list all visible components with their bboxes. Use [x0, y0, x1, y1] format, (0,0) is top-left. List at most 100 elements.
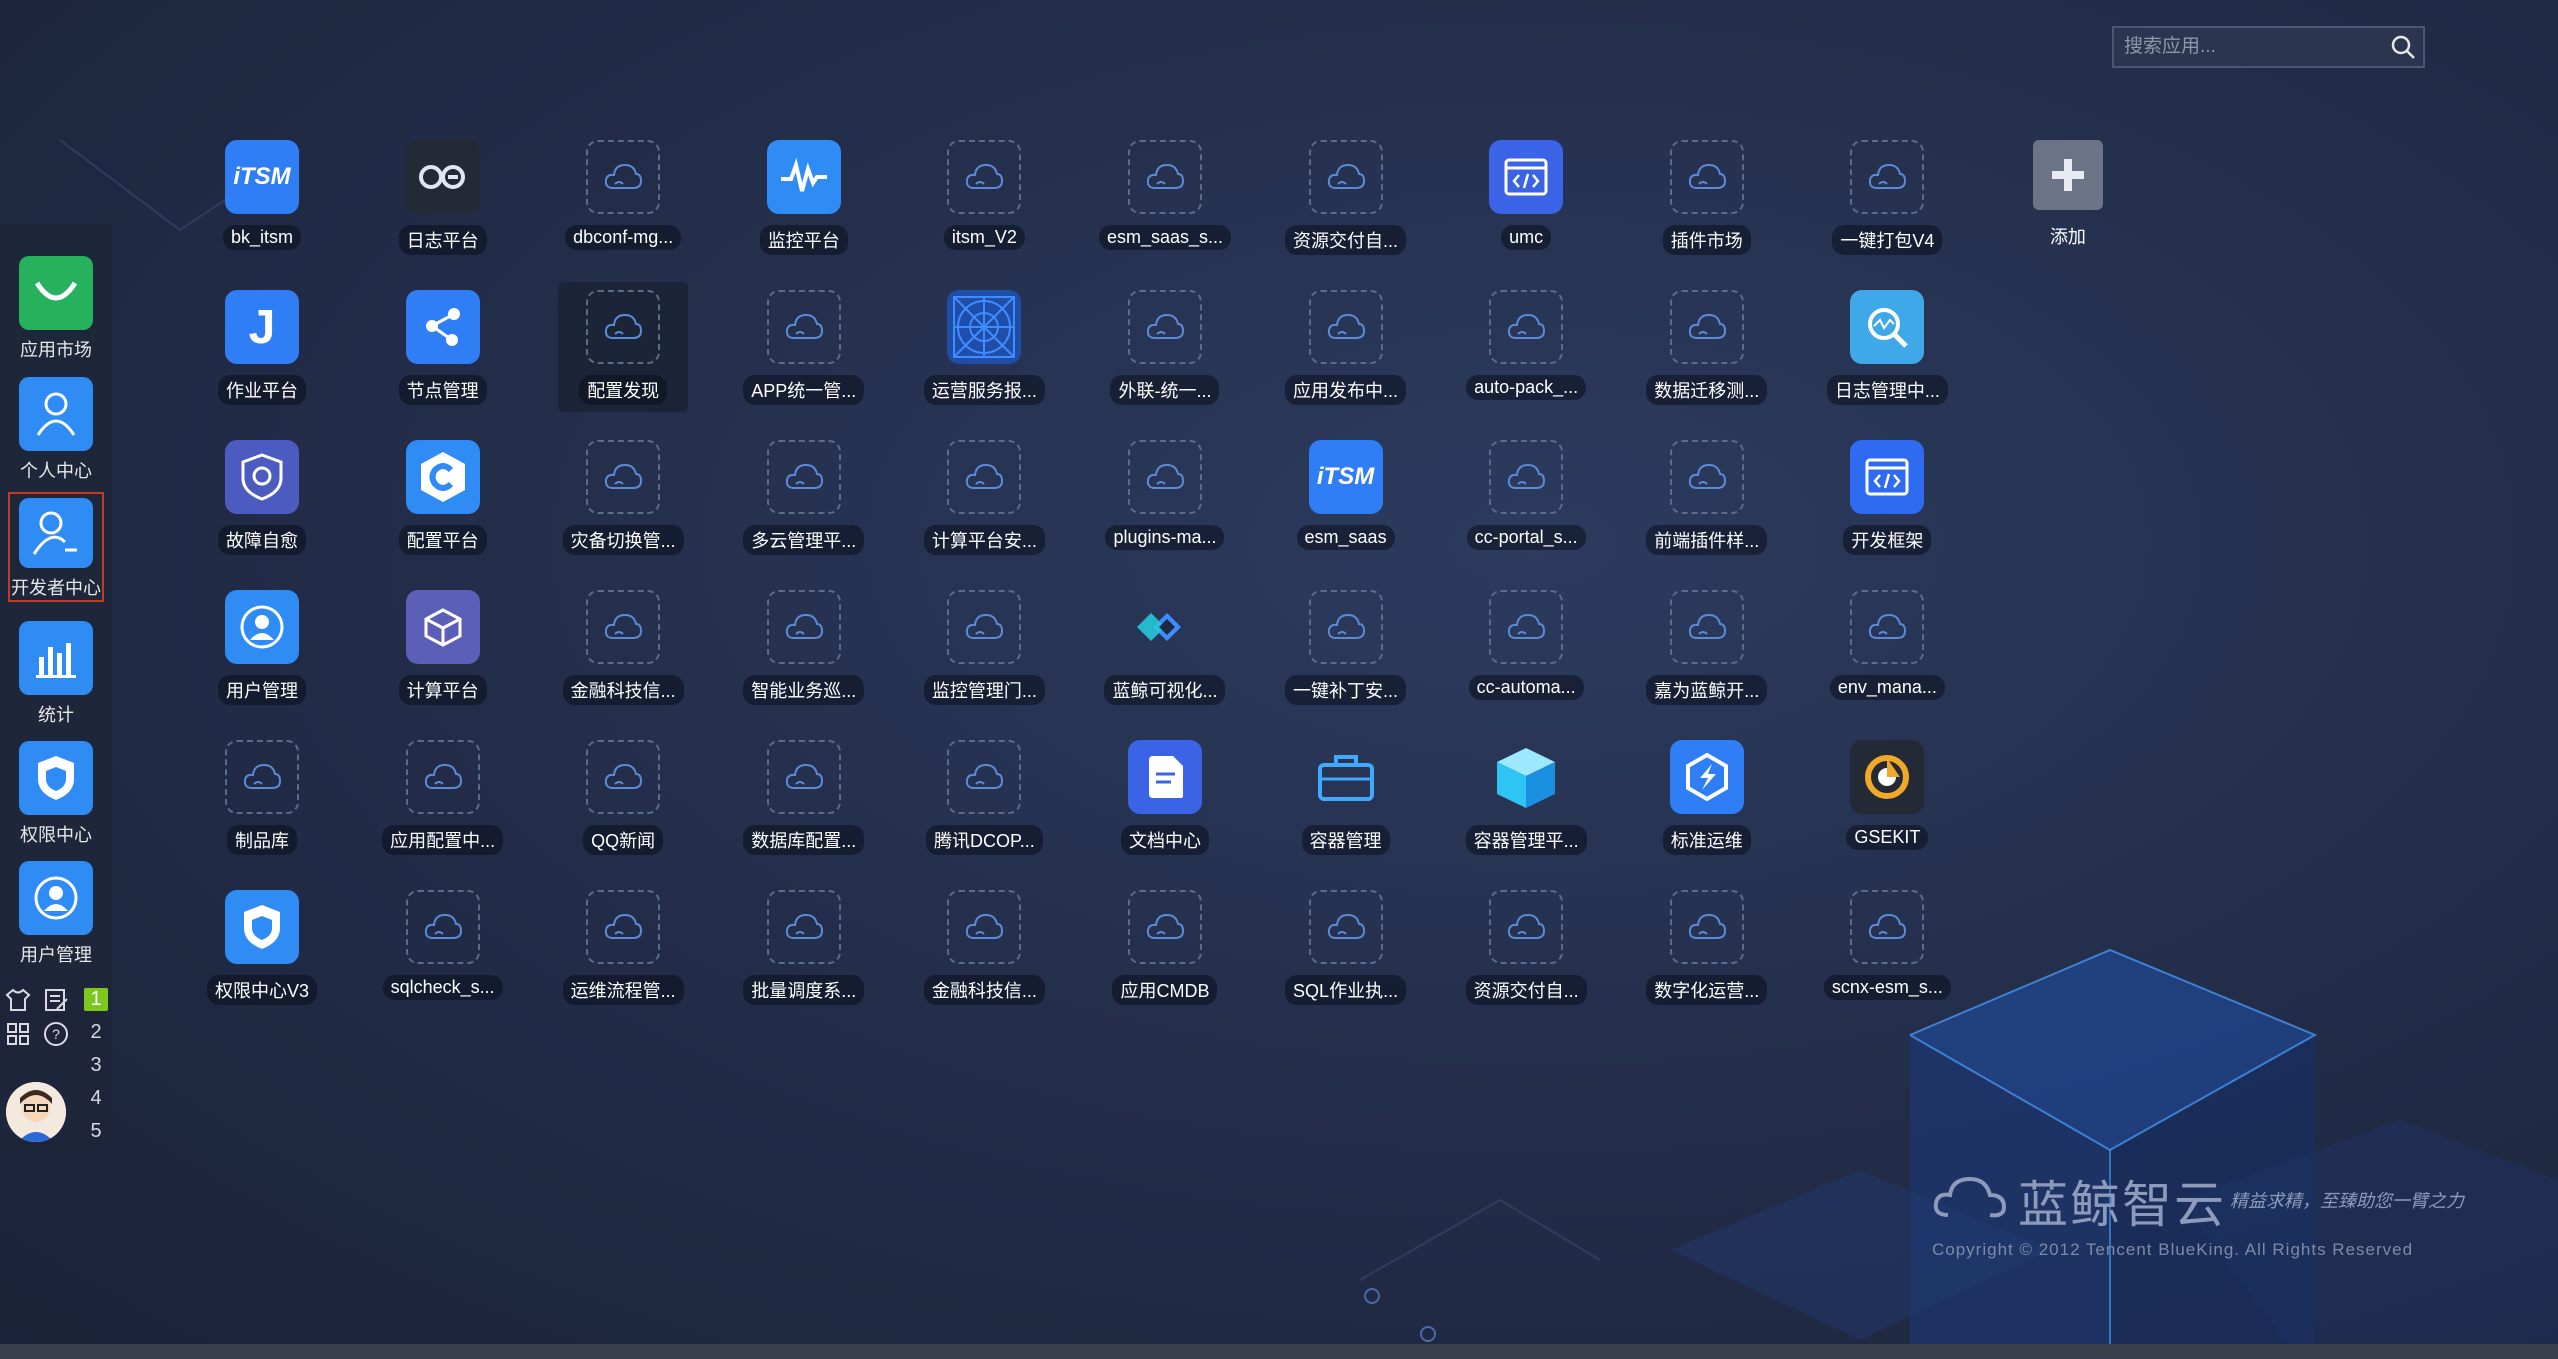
shirt-icon[interactable]: [4, 986, 32, 1014]
sidebar-item[interactable]: 应用市场: [8, 252, 104, 362]
app-tile[interactable]: 多云管理平...: [739, 432, 869, 562]
app-tile[interactable]: cc-automa...: [1461, 582, 1591, 712]
app-label: 嘉为蓝鲸开...: [1646, 675, 1768, 705]
app-tile[interactable]: 数据库配置...: [739, 732, 869, 862]
user-manage-icon: [225, 590, 299, 664]
app-tile[interactable]: 腾讯DCOP...: [919, 732, 1049, 862]
app-tile[interactable]: 容器管理: [1281, 732, 1411, 862]
app-tile[interactable]: 添加: [2003, 132, 2133, 262]
app-tile[interactable]: 文档中心: [1100, 732, 1230, 862]
radar-icon: [947, 290, 1022, 364]
app-tile[interactable]: 一键补丁安...: [1281, 582, 1411, 712]
default-cloud-icon: [1127, 290, 1202, 364]
page-number[interactable]: 1: [84, 988, 108, 1011]
app-tile[interactable]: 权限中心V3: [197, 882, 327, 1012]
app-tile[interactable]: esm_saas_s...: [1098, 132, 1231, 262]
app-tile[interactable]: 一键打包V4: [1822, 132, 1952, 262]
app-tile[interactable]: 应用发布中...: [1281, 282, 1411, 412]
sidebar-item-label: 应用市场: [20, 340, 92, 360]
app-tile[interactable]: cc-portal_s...: [1461, 432, 1591, 562]
app-tile[interactable]: 计算平台: [378, 582, 508, 712]
app-tile[interactable]: 前端插件样...: [1642, 432, 1772, 562]
app-tile[interactable]: 资源交付自...: [1461, 882, 1591, 1012]
default-cloud-icon: [586, 590, 661, 664]
app-tile[interactable]: 开发框架: [1822, 432, 1952, 562]
app-tile[interactable]: 批量调度系...: [739, 882, 869, 1012]
search-icon[interactable]: [2383, 27, 2423, 67]
app-tile[interactable]: 监控平台: [739, 132, 869, 262]
app-tile[interactable]: 应用配置中...: [378, 732, 508, 862]
default-cloud-icon: [947, 590, 1022, 664]
app-tile[interactable]: GSEKIT: [1822, 732, 1952, 862]
app-tile[interactable]: 运营服务报...: [919, 282, 1049, 412]
app-tile[interactable]: 智能业务巡...: [739, 582, 869, 712]
sidebar-item-label: 个人中心: [20, 461, 92, 481]
app-tile[interactable]: plugins-ma...: [1100, 432, 1230, 562]
app-tile[interactable]: 制品库: [197, 732, 327, 862]
avatar[interactable]: [6, 1082, 66, 1142]
app-tile[interactable]: itsm_V2: [919, 132, 1049, 262]
app-tile[interactable]: 计算平台安...: [919, 432, 1049, 562]
sidebar-item[interactable]: 权限中心: [8, 737, 104, 847]
app-tile[interactable]: 日志管理中...: [1822, 282, 1952, 412]
app-tile[interactable]: iTSM bk_itsm: [197, 132, 327, 262]
app-tile[interactable]: 标准运维: [1642, 732, 1772, 862]
app-tile[interactable]: 数字化运营...: [1642, 882, 1772, 1012]
app-tile[interactable]: 运维流程管...: [558, 882, 688, 1012]
app-tile[interactable]: 用户管理: [197, 582, 327, 712]
app-tile[interactable]: 资源交付自...: [1281, 132, 1411, 262]
default-cloud-icon: [947, 140, 1022, 214]
note-icon[interactable]: [42, 986, 70, 1014]
grid-icon[interactable]: [4, 1020, 32, 1048]
app-tile[interactable]: 监控管理门...: [919, 582, 1049, 712]
app-tile[interactable]: 容器管理平...: [1461, 732, 1591, 862]
app-tile[interactable]: sqlcheck_s...: [378, 882, 508, 1012]
app-tile[interactable]: SQL作业执...: [1281, 882, 1411, 1012]
app-tile[interactable]: 嘉为蓝鲸开...: [1642, 582, 1772, 712]
sidebar-item[interactable]: 个人中心: [8, 373, 104, 483]
app-tile[interactable]: J 作业平台: [197, 282, 327, 412]
app-tile[interactable]: 日志平台: [378, 132, 508, 262]
app-tile[interactable]: 故障自愈: [197, 432, 327, 562]
default-cloud-icon: [1489, 590, 1564, 664]
sidebar-item[interactable]: 开发者中心: [8, 492, 104, 602]
app-search-box[interactable]: [2112, 26, 2425, 68]
app-tile[interactable]: 数据迁移测...: [1642, 282, 1772, 412]
default-cloud-icon: [1669, 440, 1744, 514]
app-tile[interactable]: 金融科技信...: [558, 582, 688, 712]
app-tile[interactable]: 金融科技信...: [919, 882, 1049, 1012]
default-cloud-icon: [947, 890, 1022, 964]
app-label: 一键打包V4: [1832, 225, 1943, 255]
page-number[interactable]: 5: [84, 1120, 108, 1143]
app-tile[interactable]: 外联-统一...: [1100, 282, 1230, 412]
help-icon[interactable]: ?: [42, 1020, 70, 1048]
page-number[interactable]: 3: [84, 1054, 108, 1077]
app-tile[interactable]: 灾备切换管...: [558, 432, 688, 562]
app-tile[interactable]: env_mana...: [1822, 582, 1952, 712]
default-cloud-icon: [1308, 890, 1383, 964]
app-label: 外联-统一...: [1110, 375, 1220, 405]
page-number[interactable]: 2: [84, 1021, 108, 1044]
app-tile[interactable]: auto-pack_...: [1461, 282, 1591, 412]
sidebar-item-label: 开发者中心: [11, 578, 101, 598]
app-tile[interactable]: 节点管理: [378, 282, 508, 412]
search-input[interactable]: [2114, 28, 2383, 66]
app-tile[interactable]: 蓝鲸可视化...: [1100, 582, 1230, 712]
app-tile[interactable]: 配置发现: [558, 282, 689, 412]
sidebar-item[interactable]: 统计: [8, 617, 104, 727]
app-tile[interactable]: iTSM esm_saas: [1281, 432, 1411, 562]
app-tile[interactable]: 插件市场: [1642, 132, 1772, 262]
app-tile[interactable]: 应用CMDB: [1100, 882, 1230, 1012]
sidebar-item[interactable]: 用户管理: [8, 857, 104, 967]
app-label: scnx-esm_s...: [1823, 975, 1951, 1000]
app-tile[interactable]: scnx-esm_s...: [1822, 882, 1952, 1012]
page-number[interactable]: 4: [84, 1087, 108, 1110]
app-tile[interactable]: 配置平台: [378, 432, 508, 562]
app-tile[interactable]: dbconf-mg...: [558, 132, 688, 262]
app-tile[interactable]: APP统一管...: [739, 282, 869, 412]
default-cloud-icon: [586, 290, 661, 364]
itsm-icon: iTSM: [1308, 440, 1383, 514]
app-label: 数据库配置...: [743, 825, 865, 855]
app-tile[interactable]: umc: [1461, 132, 1591, 262]
app-tile[interactable]: QQ新闻: [558, 732, 688, 862]
